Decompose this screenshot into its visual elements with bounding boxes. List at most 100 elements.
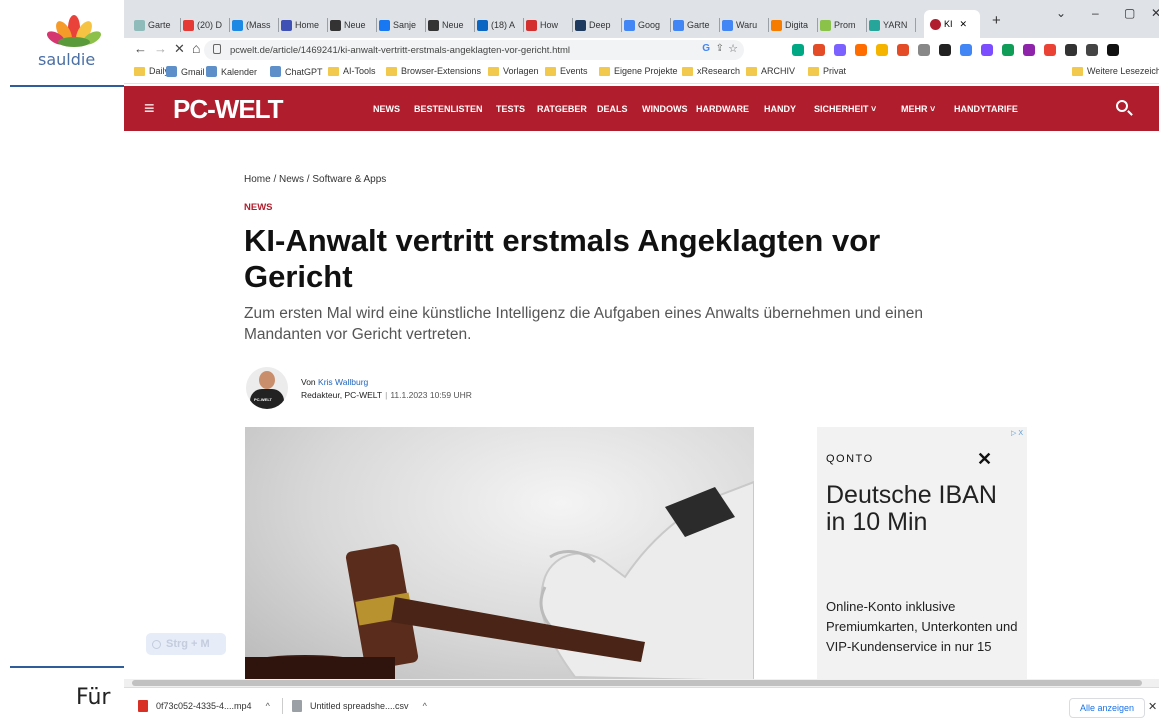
extension-icon-6[interactable] [918,44,930,56]
horizontal-scrollbar[interactable] [124,679,1159,687]
tab-11[interactable]: Garte [673,14,717,36]
bookmark-item[interactable]: xResearch [682,66,740,76]
tab-12[interactable]: Waru [722,14,766,36]
hamburger-menu-icon[interactable]: ≡ [144,98,155,119]
search-icon[interactable] [1116,100,1128,112]
extension-icon-5[interactable] [897,44,909,56]
close-downloads-bar-icon[interactable]: ✕ [1148,700,1157,713]
chevron-up-icon[interactable]: ^ [266,701,270,711]
other-bookmarks[interactable]: Weitere Lesezeichen [1072,66,1159,76]
close-window-button[interactable]: ✕ [1151,6,1159,20]
breadcrumb[interactable]: Home / News / Software & Apps [244,174,386,185]
author-name-link[interactable]: Kris Wallburg [318,377,368,387]
nav-link[interactable]: HANDY [764,104,796,114]
scrollbar-thumb[interactable] [132,680,1142,686]
bookmark-item[interactable]: ChatGPT [270,66,323,77]
tab-label: (Mass [246,20,271,30]
nav-link[interactable]: NEWS [373,104,400,114]
nav-link[interactable]: SICHERHEIT ˅ [814,104,876,114]
tab-14[interactable]: Prom [820,14,864,36]
tab-9[interactable]: Deep [575,14,619,36]
forward-icon[interactable]: → [154,41,167,56]
tab-separator [327,18,328,32]
tab-label: YARN [883,20,908,30]
file-icon [292,700,302,712]
home-icon[interactable]: ⌂ [192,40,200,56]
maximize-button[interactable]: ▢ [1124,6,1135,20]
tab-5[interactable]: Sanje [379,14,423,36]
tab-1[interactable]: (20) D [183,14,227,36]
back-icon[interactable]: ← [134,41,147,56]
bookmark-item[interactable]: Events [545,66,588,76]
bookmark-item[interactable]: Privat [808,66,846,76]
tab-separator [817,18,818,32]
bookmark-item[interactable]: Eigene Projekte [599,66,678,76]
extension-icon-15[interactable] [1107,44,1119,56]
bookmark-label: Kalender [221,66,258,77]
tab-search-chevron-icon[interactable]: ⌄ [1056,6,1066,20]
google-translate-icon[interactable]: G [702,43,710,54]
category-label[interactable]: NEWS [244,202,273,213]
extension-icon-3[interactable] [855,44,867,56]
close-tab-icon[interactable]: ✕ [960,19,968,30]
shortcut-text: Strg + M [166,638,210,650]
nav-link[interactable]: HANDYTARIFE [954,104,1018,114]
nav-link[interactable]: MEHR ˅ [901,104,935,114]
nav-link[interactable]: BESTENLISTEN [414,104,483,114]
tab-15[interactable]: YARN [869,14,913,36]
bookmark-item[interactable]: Gmail [166,66,205,77]
extension-icon-10[interactable] [1002,44,1014,56]
show-all-downloads-button[interactable]: Alle anzeigen [1069,698,1146,718]
extension-icon-4[interactable] [876,44,888,56]
extension-icon-9[interactable] [981,44,993,56]
site-logo[interactable]: PC-WELT [173,94,283,125]
tab-active[interactable]: KI ✕ [924,10,980,38]
share-icon[interactable]: ⇪ [716,43,724,54]
nav-link[interactable]: HARDWARE [696,104,749,114]
minimize-button[interactable]: – [1092,6,1099,20]
tab-2[interactable]: (Mass [232,14,276,36]
tab-label: Prom [834,20,856,30]
new-tab-button[interactable]: + [992,12,1001,29]
download-item[interactable]: 0f73c052-4335-4....mp4 ^ [138,696,270,716]
bookmark-item[interactable]: Daily [134,66,169,76]
address-bar[interactable]: pcwelt.de/article/1469241/ki-anwalt-vert… [204,40,744,60]
extension-icon-1[interactable] [813,44,825,56]
bookmark-item[interactable]: ARCHIV [746,66,795,76]
extension-icon-14[interactable] [1086,44,1098,56]
tab-6[interactable]: Neue [428,14,472,36]
author-avatar[interactable]: PC-WELT [246,367,288,409]
extension-icon-8[interactable] [960,44,972,56]
extension-icon-11[interactable] [1023,44,1035,56]
extension-icon-2[interactable] [834,44,846,56]
tab-13[interactable]: Digita [771,14,815,36]
slide-divider-bottom [10,666,124,668]
nav-link[interactable]: WINDOWS [642,104,688,114]
extension-icon-7[interactable] [939,44,951,56]
nav-link[interactable]: DEALS [597,104,628,114]
advertisement[interactable]: ▷ X QONTO ✕ Deutsche IBAN in 10 Min Onli… [817,427,1027,681]
tab-0[interactable]: Garte [134,14,178,36]
download-item[interactable]: Untitled spreadshe....csv ^ [292,696,427,716]
nav-link[interactable]: TESTS [496,104,525,114]
tab-7[interactable]: (18) A [477,14,521,36]
bookmark-item[interactable]: Browser-Extensions [386,66,481,76]
avatar-shirt-text: PC-WELT [254,397,272,402]
bookmark-item[interactable]: Kalender [206,66,257,77]
extension-icon-12[interactable] [1044,44,1056,56]
bookmark-item[interactable]: Vorlagen [488,66,539,76]
tab-10[interactable]: Goog [624,14,668,36]
bookmark-star-icon[interactable]: ☆ [728,42,738,55]
ad-choices-badge[interactable]: ▷ X [1011,429,1023,437]
tab-4[interactable]: Neue [330,14,374,36]
chevron-up-icon[interactable]: ^ [423,701,427,711]
folder-icon [746,66,757,76]
extension-icon-0[interactable] [792,44,804,56]
folder-icon [808,66,819,76]
nav-link[interactable]: RATGEBER [537,104,587,114]
bookmark-item[interactable]: AI-Tools [328,66,376,76]
extension-icon-13[interactable] [1065,44,1077,56]
tab-8[interactable]: How [526,14,570,36]
tab-3[interactable]: Home [281,14,325,36]
stop-icon[interactable]: ✕ [174,41,185,57]
